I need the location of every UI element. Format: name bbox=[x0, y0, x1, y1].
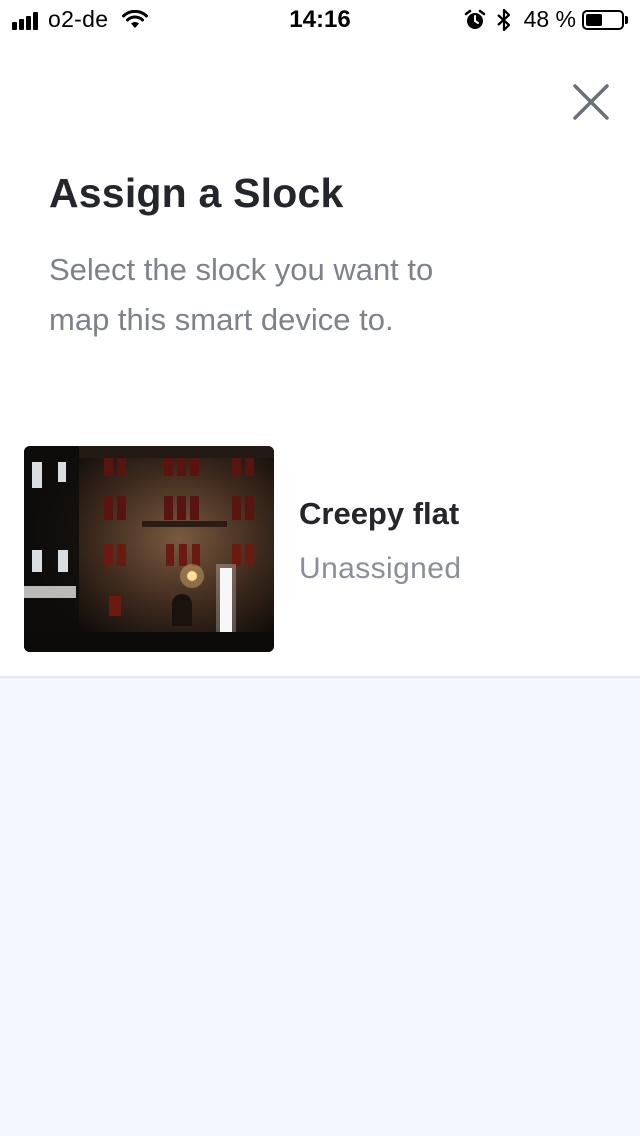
page-subtitle: Select the slock you want to map this sm… bbox=[49, 252, 434, 337]
status-bar-right: 48 % bbox=[464, 6, 628, 33]
slock-list-item[interactable]: Creepy flat Unassigned bbox=[0, 430, 640, 678]
battery-percent: 48 % bbox=[523, 6, 576, 32]
battery-fill bbox=[586, 13, 603, 26]
slock-thumbnail bbox=[24, 446, 274, 652]
close-icon bbox=[573, 84, 609, 120]
slock-name: Creepy flat bbox=[299, 496, 460, 531]
slock-status: Unassigned bbox=[299, 552, 462, 585]
bluetooth-icon bbox=[496, 8, 510, 31]
screen: o2-de 14:16 48 % Assign a Slock Select t… bbox=[0, 0, 640, 1136]
close-button[interactable] bbox=[572, 83, 610, 121]
status-bar: o2-de 14:16 48 % bbox=[0, 0, 640, 40]
building-image bbox=[24, 446, 274, 652]
battery-cap bbox=[625, 15, 628, 24]
alarm-icon bbox=[464, 9, 485, 29]
page-title: Assign a Slock bbox=[49, 170, 344, 216]
battery-icon bbox=[582, 9, 624, 30]
empty-list-area bbox=[0, 678, 640, 1136]
